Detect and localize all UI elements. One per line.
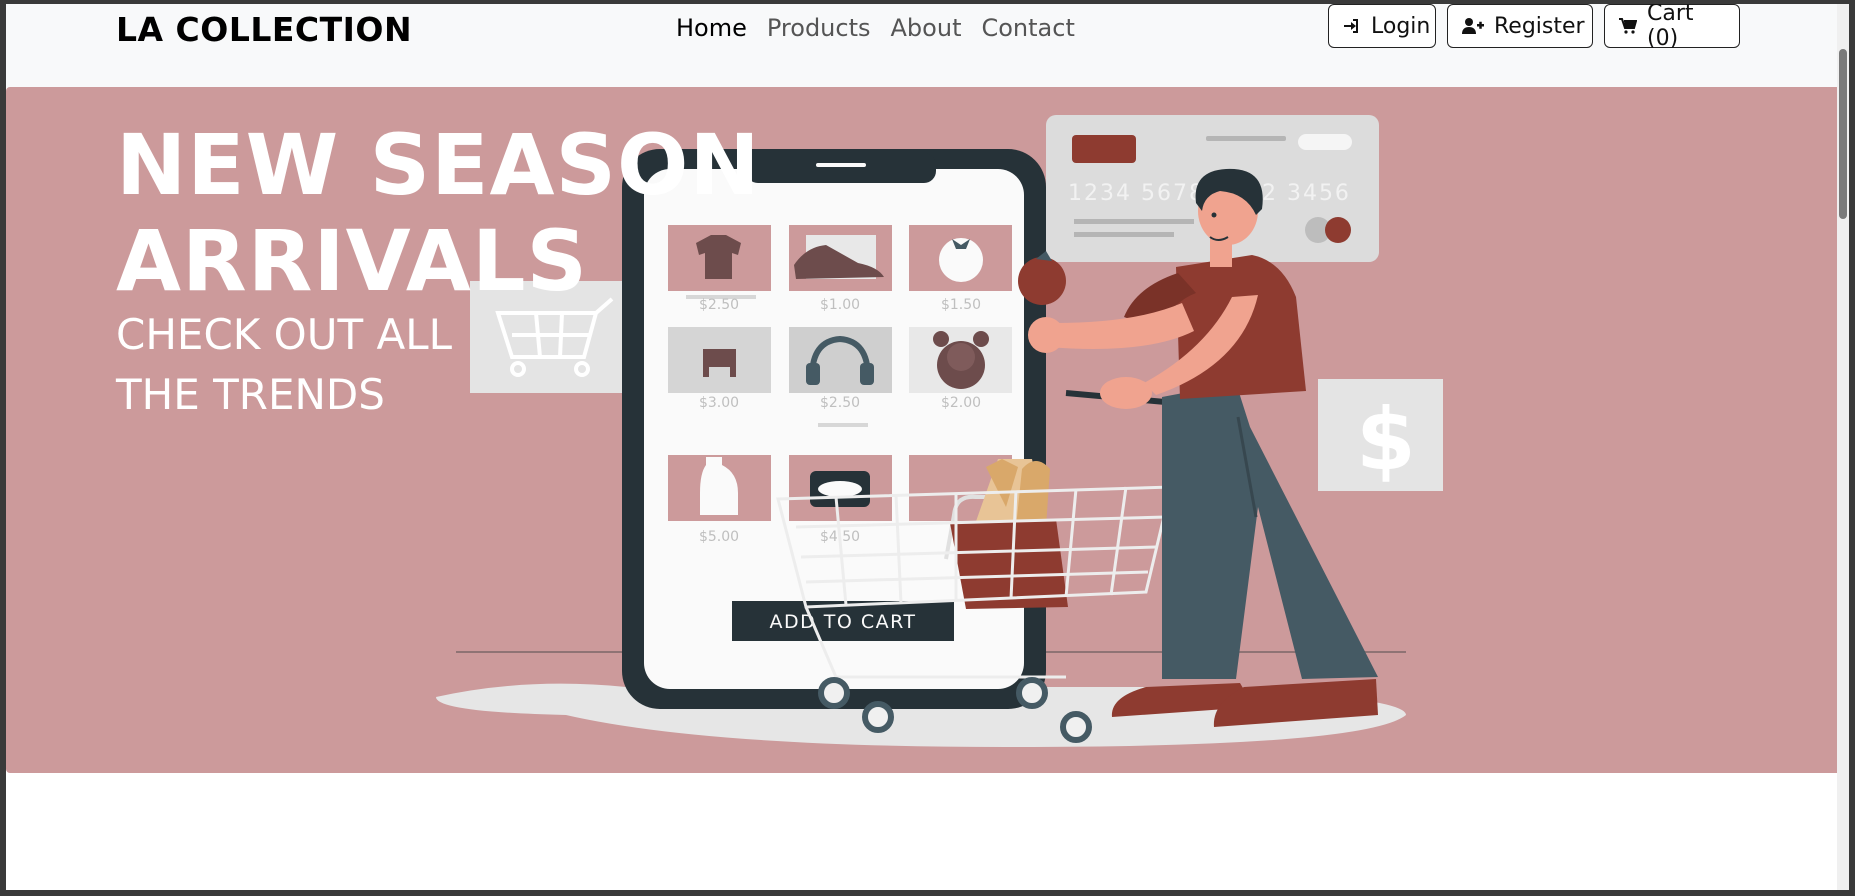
scrollbar-thumb[interactable] (1839, 49, 1847, 219)
price-label: $3.00 (699, 395, 739, 411)
navbar: LA COLLECTION Home Products About Contac… (6, 4, 1849, 88)
hero-subtitle-line-2: THE TRENDS (116, 370, 385, 419)
brand-logo[interactable]: LA COLLECTION (116, 10, 412, 49)
hero-title: NEW SEASON ARRIVALS (116, 117, 761, 309)
sign-in-icon (1343, 17, 1361, 35)
cart-icon (1619, 17, 1637, 35)
card-chip (1072, 135, 1136, 163)
price-label: $2.00 (941, 395, 981, 411)
nav-link-about[interactable]: About (891, 14, 962, 42)
nav-buttons: Login Register Cart (0) (1328, 4, 1740, 51)
nav-link-contact[interactable]: Contact (981, 14, 1074, 42)
login-button[interactable]: Login (1328, 4, 1436, 48)
dollar-icon: $ (1356, 390, 1416, 490)
price-label: $2.50 (820, 395, 860, 411)
nav-links: Home Products About Contact (676, 14, 1075, 42)
browser-viewport: LA COLLECTION Home Products About Contac… (6, 4, 1849, 890)
price-label: $1.50 (941, 297, 981, 313)
price-label: $5.00 (699, 529, 739, 545)
page-content-area (6, 773, 1837, 890)
cart-button[interactable]: Cart (0) (1604, 4, 1740, 51)
price-label: $1.00 (820, 297, 860, 313)
hero-subtitle: CHECK OUT ALL THE TRENDS (116, 305, 452, 425)
register-button[interactable]: Register (1447, 4, 1593, 48)
hero-title-line-2: ARRIVALS (116, 212, 588, 310)
login-label: Login (1371, 13, 1431, 39)
nav-link-home[interactable]: Home (676, 14, 747, 42)
hero-title-line-1: NEW SEASON (116, 116, 761, 214)
hero-banner: 1234 5678 9012 3456 $ (6, 87, 1847, 773)
phone-add-to-cart-label: ADD TO CART (769, 611, 916, 633)
register-label: Register (1494, 13, 1585, 39)
user-plus-icon (1462, 17, 1484, 35)
nav-link-products[interactable]: Products (767, 14, 871, 42)
hero-subtitle-line-1: CHECK OUT ALL (116, 310, 452, 359)
cart-label: Cart (0) (1647, 4, 1694, 51)
vertical-scrollbar[interactable] (1837, 4, 1849, 890)
